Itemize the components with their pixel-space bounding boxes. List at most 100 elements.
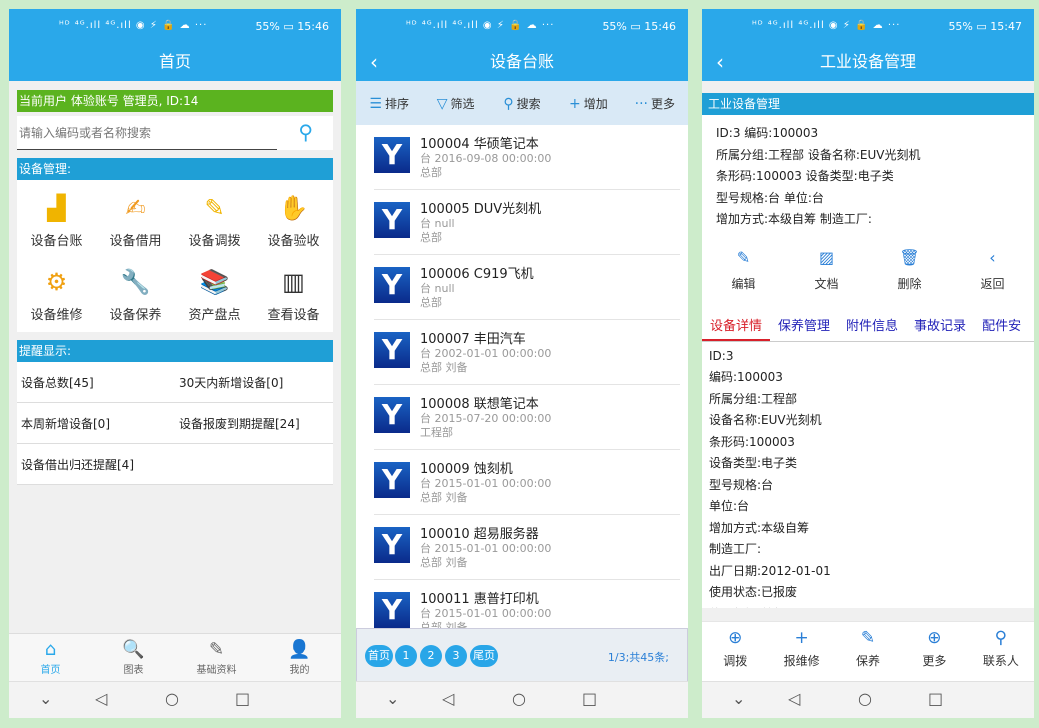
action-button[interactable]: ▨ 文档 [785, 243, 868, 315]
toolbar-button[interactable]: ▽ 筛选 [422, 95, 488, 112]
battery-icon: ▭ [976, 20, 987, 33]
toolbar-icon: ☰ [369, 95, 382, 112]
bottom-action-button[interactable]: ⊕ 更多 [901, 622, 967, 682]
nav-collapse-icon[interactable]: ⌄ [732, 689, 745, 708]
toolbar-button[interactable]: ☰ 排序 [356, 95, 422, 112]
tab-item[interactable]: 👤 我的 [258, 634, 341, 682]
detail-tab[interactable]: 设备详情 [702, 315, 771, 341]
list-item[interactable]: Y 100011 惠普打印机台 2015-01-01 00:00:00 总部 刘备 [374, 580, 680, 628]
nav-back-icon[interactable]: ◁ [442, 689, 454, 708]
nav-recents-icon[interactable]: □ [928, 689, 943, 708]
page-3-button[interactable]: 3 [445, 645, 467, 667]
reminder-item[interactable]: 设备总数[45] [17, 374, 175, 391]
page-title: 设备台账 [489, 52, 554, 71]
grid-item-icon: 🔧 [120, 268, 151, 296]
bottom-action-button[interactable]: ⚲ 联系人 [968, 622, 1034, 682]
reminder-item[interactable]: 设备借出归还提醒[4] [17, 456, 175, 473]
grid-item[interactable]: ✎ 设备调拨 [175, 184, 254, 258]
bottom-action-label: 更多 [922, 654, 947, 668]
first-page-button[interactable]: 首页 [365, 645, 393, 667]
item-name: 100011 惠普打印机 [420, 592, 539, 607]
page-1-button[interactable]: 1 [395, 645, 417, 667]
back-arrow-icon[interactable]: ‹ [716, 47, 724, 77]
detail-field: 设备类型:电子类 [709, 456, 798, 470]
toolbar-label: 搜索 [516, 96, 541, 111]
detail-fields: ID:3 编码:100003 所属分组:工程部 设备名称:EUV光刻机 条形码:1000… [702, 341, 1034, 608]
list-item[interactable]: Y 100008 联想笔记本台 2015-07-20 00:00:00 工程部 [374, 385, 680, 450]
item-sub1: 台 2016-09-08 00:00:00 [420, 152, 552, 165]
toolbar-icon: ⚲ [503, 95, 514, 112]
grid-item[interactable]: ⚙ 设备维修 [17, 258, 96, 332]
tab-icon: ⌂ [44, 639, 57, 660]
nav-collapse-icon[interactable]: ⌄ [39, 689, 52, 708]
nav-recents-icon[interactable]: □ [235, 689, 250, 708]
detail-tab[interactable]: 事故记录 [906, 315, 974, 341]
grid-item-label: 设备借用 [109, 234, 162, 249]
toolbar-button[interactable]: ⚲ 搜索 [489, 95, 555, 112]
reminder-item[interactable]: 30天内新增设备[0] [175, 374, 333, 391]
back-arrow-icon[interactable]: ‹ [370, 47, 378, 77]
reminder-item[interactable]: 本周新增设备[0] [17, 415, 175, 432]
toolbar-icon: ▽ [436, 95, 448, 112]
system-nav-bar: ⌄ ◁ ○ □ [9, 681, 341, 718]
grid-item[interactable]: ▥ 查看设备 [254, 258, 333, 332]
list-item[interactable]: Y 100007 丰田汽车台 2002-01-01 00:00:00 总部 刘备 [374, 320, 680, 385]
clock: 15:46 [297, 20, 329, 33]
equipment-list[interactable]: Y 100004 华硕笔记本台 2016-09-08 00:00:00 总部 Y 100… [356, 125, 688, 628]
grid-item[interactable]: ✍ 设备借用 [96, 184, 175, 258]
tab-item[interactable]: 🔍 图表 [92, 634, 175, 682]
toolbar-button[interactable]: + 增加 [555, 95, 621, 112]
grid-item[interactable]: 📚 资产盘点 [175, 258, 254, 332]
status-icons: ᴴᴰ ⁴ᴳ.ıll ⁴ᴳ.ıll ◉ ⚡ 🔒 ☁ ··· [406, 20, 555, 31]
battery-level: 55% [255, 20, 280, 33]
list-item[interactable]: Y 100006 C919飞机台 null 总部 [374, 255, 680, 320]
detail-tab[interactable]: 附件信息 [838, 315, 906, 341]
page-2-button[interactable]: 2 [420, 645, 442, 667]
toolbar-button[interactable]: ··· 更多 [622, 95, 688, 112]
item-sub2: 总部 [420, 231, 442, 244]
equipment-logo-icon: Y [374, 137, 410, 173]
search-box[interactable]: 请输入编码或者名称搜索 ⚲ [17, 116, 333, 150]
nav-home-icon[interactable]: ○ [858, 689, 872, 708]
search-icon[interactable]: ⚲ [298, 120, 313, 144]
list-item[interactable]: Y 100004 华硕笔记本台 2016-09-08 00:00:00 总部 [374, 125, 680, 190]
grid-item[interactable]: ✋ 设备验收 [254, 184, 333, 258]
detail-tab[interactable]: 配件安 [974, 315, 1029, 341]
detail-field: 所属分组:工程部 [709, 391, 798, 406]
action-button[interactable]: ‹ 返回 [951, 243, 1034, 315]
bottom-action-button[interactable]: ✎ 保养 [835, 622, 901, 682]
detail-field: 使用部门:总部 [709, 604, 1034, 608]
nav-back-icon[interactable]: ◁ [95, 689, 107, 708]
section-equipment-management: 设备管理: [17, 158, 333, 180]
detail-tab[interactable]: 保养管理 [770, 315, 838, 341]
battery-level: 55% [948, 20, 973, 33]
list-item[interactable]: Y 100010 超易服务器台 2015-01-01 00:00:00 总部 刘备 [374, 515, 680, 580]
nav-home-icon[interactable]: ○ [165, 689, 179, 708]
grid-item[interactable]: 🔧 设备保养 [96, 258, 175, 332]
action-button[interactable]: 🗑 删除 [868, 243, 951, 315]
item-sub2: 总部 刘备 [420, 621, 468, 628]
nav-recents-icon[interactable]: □ [582, 689, 597, 708]
grid-item[interactable]: ▟ 设备台账 [17, 184, 96, 258]
system-nav-bar: ⌄ ◁ ○ □ [702, 681, 1034, 718]
bottom-action-button[interactable]: ⊕ 调拨 [702, 622, 768, 682]
reminder-row: 本周新增设备[0] 设备报废到期提醒[24] [17, 403, 333, 444]
bottom-action-button[interactable]: + 报维修 [768, 622, 834, 682]
reminder-list: 设备总数[45] 30天内新增设备[0] 本周新增设备[0] 设备报废到期提醒[24]… [17, 362, 333, 485]
reminder-item[interactable]: 设备报废到期提醒[24] [175, 415, 333, 432]
summary-line: 条形码:100003 设备类型:电子类 [716, 169, 894, 183]
page-title: 工业设备管理 [819, 52, 916, 71]
battery-level: 55% [602, 20, 627, 33]
item-sub2: 总部 [420, 296, 442, 309]
tab-item[interactable]: ✎ 基础资料 [175, 634, 258, 682]
tab-item[interactable]: ⌂ 首页 [9, 634, 92, 682]
list-item[interactable]: Y 100005 DUV光刻机台 null 总部 [374, 190, 680, 255]
nav-collapse-icon[interactable]: ⌄ [386, 689, 399, 708]
nav-back-icon[interactable]: ◁ [788, 689, 800, 708]
list-item[interactable]: Y 100009 蚀刻机台 2015-01-01 00:00:00 总部 刘备 [374, 450, 680, 515]
search-input[interactable]: 请输入编码或者名称搜索 [19, 124, 151, 141]
action-button[interactable]: ✎ 编辑 [702, 243, 785, 315]
last-page-button[interactable]: 尾页 [470, 645, 498, 667]
nav-home-icon[interactable]: ○ [512, 689, 526, 708]
action-label: 编辑 [731, 276, 756, 291]
